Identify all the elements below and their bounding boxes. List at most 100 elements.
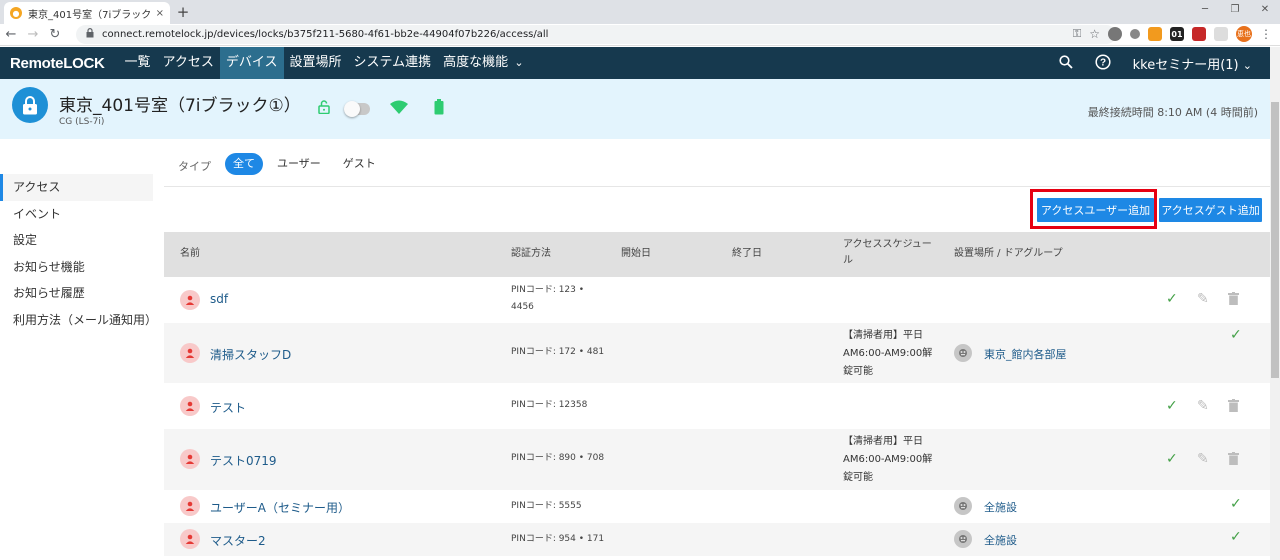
header-start[interactable]: 開始日 — [621, 246, 651, 262]
type-filter: タイプ 全て ユーザー ゲスト — [164, 150, 1270, 187]
location-icon — [954, 344, 972, 362]
url-text: connect.remotelock.jp/devices/locks/b375… — [102, 29, 549, 40]
user-name-link[interactable]: ユーザーA（セミナー用） — [210, 499, 350, 516]
star-icon[interactable]: ☆ — [1089, 27, 1100, 41]
location-link[interactable]: 全施設 — [984, 499, 1017, 515]
header-location[interactable]: 設置場所 / ドアグループ — [954, 246, 1063, 262]
pdf-extension-icon[interactable] — [1192, 27, 1206, 41]
brand-logo[interactable]: RemoteLOCK — [10, 55, 105, 72]
header-name[interactable]: 名前 — [180, 246, 200, 262]
back-icon[interactable]: ← — [0, 27, 22, 42]
scrollbar-thumb[interactable] — [1271, 102, 1279, 378]
schedule-line: 錠可能 — [843, 366, 873, 377]
extension-icon[interactable]: 01 — [1170, 27, 1184, 41]
table-row[interactable]: テスト PINコード: 12358 ✓ ✎ — [164, 383, 1270, 429]
page-scrollbar[interactable] — [1270, 47, 1280, 560]
secure-lock-icon — [86, 28, 94, 41]
reload-icon[interactable]: ↻ — [44, 27, 66, 42]
user-name: kkeセミナー用(1) — [1132, 57, 1239, 73]
filter-users[interactable]: ユーザー — [269, 153, 329, 175]
nav-item-advanced[interactable]: 高度な機能 ⌄ — [437, 47, 529, 79]
sidebar-item-usage[interactable]: 利用方法（メール通知用） — [0, 307, 157, 334]
nav-item-integrations[interactable]: システム連携 — [348, 47, 438, 79]
user-name-link[interactable]: テスト0719 — [210, 452, 277, 469]
filter-guests[interactable]: ゲスト — [335, 153, 384, 175]
table-row[interactable]: sdf PINコード: 123 • 4456 ✓ ✎ — [164, 277, 1270, 323]
location-link[interactable]: 東京_館内各部屋 — [984, 346, 1067, 362]
battery-icon — [434, 99, 444, 118]
window-controls: ─ ❐ ✕ — [1190, 0, 1280, 20]
auth-method: PINコード: 12358 — [511, 400, 588, 410]
location-link[interactable]: 全施設 — [984, 532, 1017, 548]
new-tab-button[interactable]: + — [174, 3, 192, 21]
schedule-line: 【清掃者用】平日 — [843, 330, 923, 341]
edit-icon[interactable]: ✎ — [1197, 451, 1209, 467]
extension-icon[interactable] — [1130, 29, 1140, 39]
wifi-icon — [390, 100, 408, 117]
browser-menu-icon[interactable]: ⋮ — [1260, 27, 1272, 41]
sidebar-item-settings[interactable]: 設定 — [0, 227, 153, 254]
browser-tab-bar: ● 東京_401号室（7iブラック①） × + ─ ❐ ✕ — [0, 0, 1280, 24]
lock-toggle[interactable] — [344, 100, 370, 117]
location-icon — [954, 530, 972, 548]
svg-text:?: ? — [1100, 57, 1106, 68]
user-name-link[interactable]: sdf — [210, 292, 228, 306]
table-row[interactable]: マスター2 PINコード: 954 • 171 全施設 ✓ — [164, 523, 1270, 556]
schedule-line: AM6:00-AM9:00解 — [843, 454, 933, 465]
add-access-guest-button[interactable]: アクセスゲスト追加 — [1159, 198, 1262, 222]
location-icon — [954, 497, 972, 515]
minimize-icon[interactable]: ─ — [1190, 0, 1220, 20]
forward-icon[interactable]: → — [22, 27, 44, 42]
sidebar: アクセス イベント 設定 お知らせ機能 お知らせ履歴 利用方法（メール通知用） — [0, 174, 157, 334]
nav-item-access[interactable]: アクセス — [157, 47, 220, 79]
help-icon[interactable]: ? — [1095, 53, 1111, 73]
user-name-link[interactable]: マスター2 — [210, 532, 266, 549]
header-schedule[interactable]: アクセススケジュー ル — [843, 237, 932, 269]
table-row[interactable]: ユーザーA（セミナー用） PINコード: 5555 全施設 ✓ — [164, 490, 1270, 523]
auth-method: PINコード: 172 • 481 — [511, 347, 605, 357]
schedule-line: 【清掃者用】平日 — [843, 436, 923, 447]
lock-icon — [12, 87, 48, 123]
delete-icon[interactable] — [1228, 399, 1239, 416]
check-icon: ✓ — [1230, 496, 1242, 512]
browser-tab[interactable]: ● 東京_401号室（7iブラック①） × — [4, 2, 170, 24]
close-window-icon[interactable]: ✕ — [1250, 0, 1280, 20]
person-icon — [180, 290, 200, 310]
sidebar-item-notification-history[interactable]: お知らせ履歴 — [0, 280, 153, 307]
nav-item-advanced-label: 高度な機能 — [443, 55, 509, 70]
header-end[interactable]: 終了日 — [732, 246, 762, 262]
edit-icon[interactable]: ✎ — [1197, 398, 1209, 414]
nav-right: ? kkeセミナー用(1) ⌄ — [1059, 47, 1252, 79]
device-name: 東京_401号室（7iブラック①） — [59, 96, 301, 116]
url-field[interactable]: connect.remotelock.jp/devices/locks/b375… — [76, 25, 1116, 44]
table-row[interactable]: 清掃スタッフD PINコード: 172 • 481 【清掃者用】平日 AM6:0… — [164, 323, 1270, 383]
extension-icon[interactable] — [1148, 27, 1162, 41]
maximize-icon[interactable]: ❐ — [1220, 0, 1250, 20]
header-auth[interactable]: 認証方法 — [511, 246, 551, 262]
sidebar-item-notifications[interactable]: お知らせ機能 — [0, 254, 153, 281]
extension-icon[interactable] — [1214, 27, 1228, 41]
edit-icon[interactable]: ✎ — [1197, 291, 1209, 307]
extension-icon[interactable] — [1108, 27, 1122, 41]
person-icon — [180, 396, 200, 416]
user-name-link[interactable]: 清掃スタッフD — [210, 346, 291, 363]
auth-method: PINコード: 123 • 4456 — [511, 282, 591, 316]
tab-close-icon[interactable]: × — [156, 8, 164, 19]
access-schedule: 【清掃者用】平日 AM6:00-AM9:00解 錠可能 — [843, 327, 933, 381]
profile-avatar[interactable]: 恵也 — [1236, 26, 1252, 42]
delete-icon[interactable] — [1228, 452, 1239, 469]
last-connection: 最終接続時間 8:10 AM (4 時間前) — [1087, 106, 1258, 119]
nav-item-locations[interactable]: 設置場所 — [284, 47, 348, 79]
nav-item-devices[interactable]: デバイス — [219, 47, 284, 79]
search-icon[interactable] — [1059, 54, 1073, 72]
delete-icon[interactable] — [1228, 292, 1239, 309]
user-name-link[interactable]: テスト — [210, 399, 246, 416]
nav-item-list[interactable]: 一覧 — [119, 47, 157, 79]
sidebar-item-access[interactable]: アクセス — [0, 174, 153, 201]
user-menu[interactable]: kkeセミナー用(1) ⌄ — [1133, 54, 1252, 73]
key-icon[interactable]: ⚿ — [1073, 27, 1081, 41]
sidebar-item-events[interactable]: イベント — [0, 201, 153, 228]
filter-all[interactable]: 全て — [225, 153, 263, 175]
table-row[interactable]: テスト0719 PINコード: 890 • 708 【清掃者用】平日 AM6:0… — [164, 429, 1270, 490]
access-schedule: 【清掃者用】平日 AM6:00-AM9:00解 錠可能 — [843, 433, 933, 487]
